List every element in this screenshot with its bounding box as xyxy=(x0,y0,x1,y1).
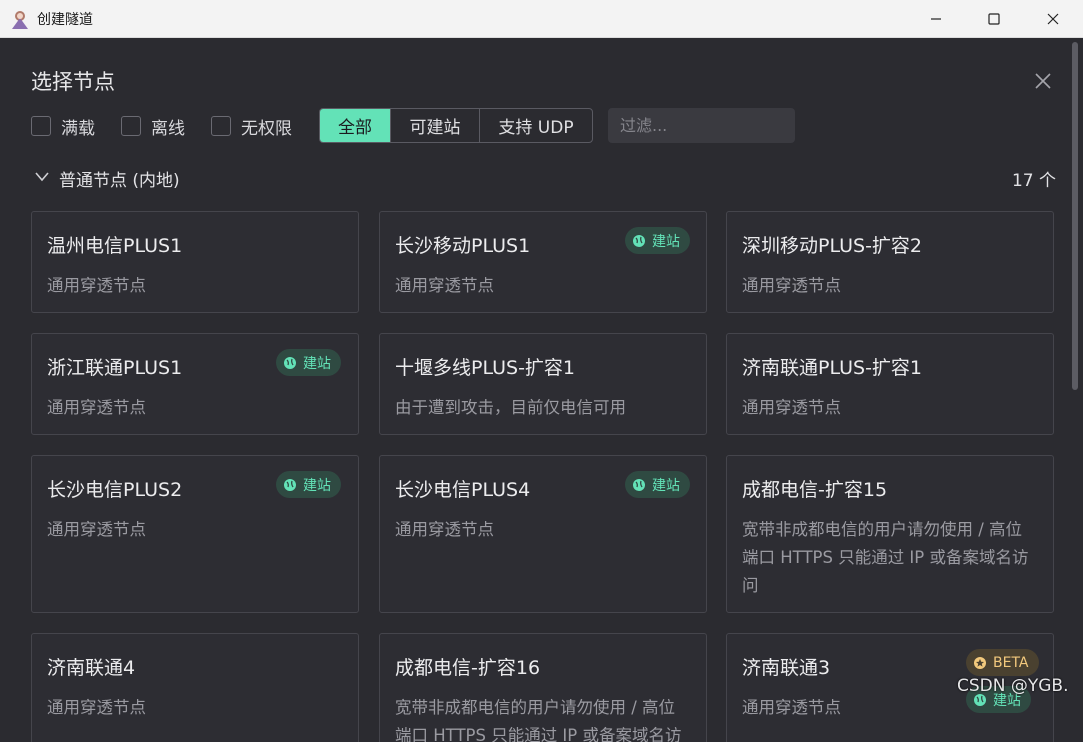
node-card[interactable]: 浙江联通PLUS1 通用穿透节点 建站 xyxy=(31,333,359,435)
segment-buildable[interactable]: 可建站 xyxy=(391,109,480,142)
node-description: 宽带非成都电信的用户请勿使用 / 高位端口 HTTPS 只能通过 IP 或备案域… xyxy=(742,520,1029,595)
node-title: 济南联通4 xyxy=(47,657,136,679)
minimize-button[interactable] xyxy=(907,0,965,38)
node-card[interactable]: 成都电信-扩容15 宽带非成都电信的用户请勿使用 / 高位端口 HTTPS 只能… xyxy=(726,455,1054,613)
filter-input[interactable] xyxy=(608,108,795,143)
checkbox-box[interactable] xyxy=(211,116,231,136)
filter-no-permission-checkbox[interactable]: 无权限 xyxy=(211,114,292,139)
node-title: 济南联通PLUS-扩容1 xyxy=(742,357,923,379)
section-title: 普通节点 (内地) xyxy=(59,171,180,191)
segment-all[interactable]: 全部 xyxy=(320,109,391,142)
node-description: 通用穿透节点 xyxy=(742,276,841,295)
node-description: 宽带非成都电信的用户请勿使用 / 高位端口 HTTPS 只能通过 IP 或备案域… xyxy=(395,698,682,742)
globe-icon xyxy=(633,234,645,247)
node-card[interactable]: 长沙电信PLUS4 通用穿透节点 建站 xyxy=(379,455,707,613)
node-description: 通用穿透节点 xyxy=(395,276,494,295)
node-select-dialog: 选择节点 满载 离线 无权限 全部 可建站 支持 UDP 普通节点 (内地) 1… xyxy=(0,38,1083,742)
close-icon xyxy=(1035,73,1051,89)
vertical-scrollbar[interactable] xyxy=(1072,42,1078,390)
maximize-icon xyxy=(988,13,1000,25)
window-title: 创建隧道 xyxy=(37,12,93,28)
title-bar: 创建隧道 xyxy=(0,0,1083,38)
node-card[interactable]: 济南联通4 通用穿透节点 xyxy=(31,633,359,742)
node-title: 深圳移动PLUS-扩容2 xyxy=(742,235,923,257)
buildable-badge: 建站 xyxy=(625,227,690,254)
node-title: 成都电信-扩容16 xyxy=(395,657,541,679)
badge-label: 建站 xyxy=(652,477,680,494)
checkbox-box[interactable] xyxy=(121,116,141,136)
beta-badge: BETA xyxy=(966,649,1039,676)
node-description: 通用穿透节点 xyxy=(47,698,146,717)
node-description: 由于遭到攻击，目前仅电信可用 xyxy=(395,398,626,417)
checkbox-label: 满载 xyxy=(61,118,95,139)
node-card[interactable]: 长沙移动PLUS1 通用穿透节点 建站 xyxy=(379,211,707,313)
section-header[interactable]: 普通节点 (内地) 17 个 xyxy=(31,164,1056,192)
node-description: 通用穿透节点 xyxy=(395,520,494,539)
section-count: 17 个 xyxy=(1011,171,1056,191)
node-title: 温州电信PLUS1 xyxy=(47,235,183,257)
close-window-button[interactable] xyxy=(1024,0,1082,38)
minimize-icon xyxy=(931,18,941,20)
node-description: 通用穿透节点 xyxy=(47,276,146,295)
node-title: 长沙电信PLUS4 xyxy=(395,479,531,501)
node-type-segmented-control: 全部 可建站 支持 UDP xyxy=(319,108,593,143)
node-title: 济南联通3 xyxy=(742,657,831,679)
node-description: 通用穿透节点 xyxy=(47,520,146,539)
filter-offline-checkbox[interactable]: 离线 xyxy=(121,114,185,139)
checkbox-label: 离线 xyxy=(151,118,185,139)
buildable-badge: 建站 xyxy=(276,349,341,376)
badge-label: 建站 xyxy=(303,355,331,372)
checkbox-label: 无权限 xyxy=(241,118,292,139)
globe-icon xyxy=(284,356,296,369)
close-icon xyxy=(1047,13,1059,25)
buildable-badge: 建站 xyxy=(276,471,341,498)
badge-label: 建站 xyxy=(303,477,331,494)
maximize-button[interactable] xyxy=(965,0,1023,38)
segment-udp[interactable]: 支持 UDP xyxy=(480,109,592,142)
dialog-title: 选择节点 xyxy=(31,70,115,94)
chevron-down-icon xyxy=(35,172,49,182)
globe-icon xyxy=(284,478,296,491)
node-title: 长沙电信PLUS2 xyxy=(47,479,183,501)
app-window: 创建隧道 选择节点 满载 离线 无权限 全部 可建站 支持 UDP 过滤... … xyxy=(0,0,1083,742)
node-title: 浙江联通PLUS1 xyxy=(47,357,183,379)
node-title: 长沙移动PLUS1 xyxy=(395,235,531,257)
filter-full-checkbox[interactable]: 满载 xyxy=(31,114,95,139)
checkbox-box[interactable] xyxy=(31,116,51,136)
node-description: 通用穿透节点 xyxy=(742,398,841,417)
node-card[interactable]: 长沙电信PLUS2 通用穿透节点 建站 xyxy=(31,455,359,613)
node-card[interactable]: 深圳移动PLUS-扩容2 通用穿透节点 xyxy=(726,211,1054,313)
star-icon xyxy=(974,656,986,669)
badge-label: 建站 xyxy=(652,233,680,250)
globe-icon xyxy=(633,478,645,491)
app-logo-icon xyxy=(9,8,31,30)
badge-label: BETA xyxy=(993,654,1029,671)
node-card[interactable]: 十堰多线PLUS-扩容1 由于遭到攻击，目前仅电信可用 xyxy=(379,333,707,435)
watermark: CSDN @YGB. xyxy=(957,676,1069,696)
node-description: 通用穿透节点 xyxy=(47,398,146,417)
node-title: 成都电信-扩容15 xyxy=(742,479,888,501)
node-card[interactable]: 成都电信-扩容16 宽带非成都电信的用户请勿使用 / 高位端口 HTTPS 只能… xyxy=(379,633,707,742)
node-card[interactable]: 济南联通PLUS-扩容1 通用穿透节点 xyxy=(726,333,1054,435)
node-title: 十堰多线PLUS-扩容1 xyxy=(395,357,576,379)
buildable-badge: 建站 xyxy=(625,471,690,498)
node-card[interactable]: 温州电信PLUS1 通用穿透节点 xyxy=(31,211,359,313)
dialog-close-button[interactable] xyxy=(1030,68,1056,94)
